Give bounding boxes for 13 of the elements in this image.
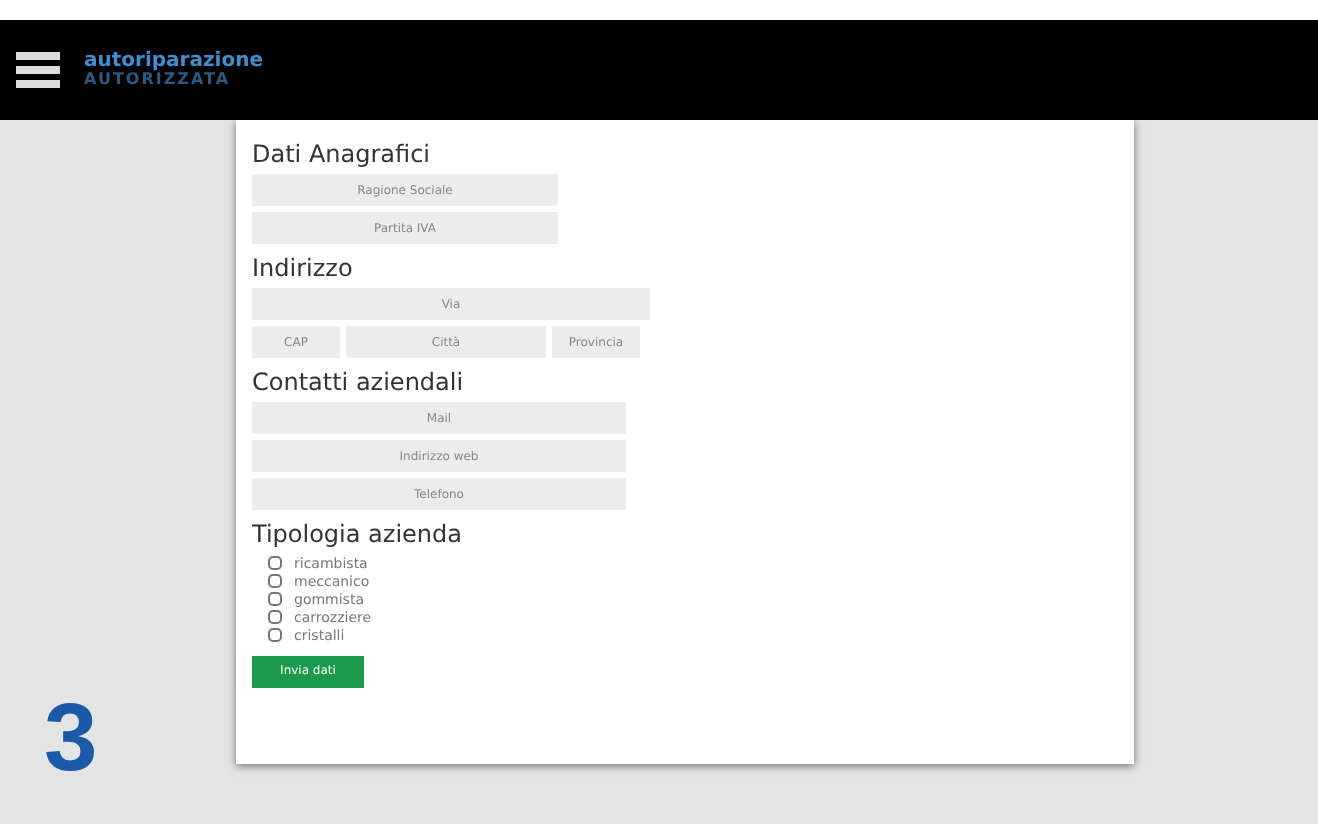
section-title: Tipologia azienda <box>252 520 464 548</box>
checkbox[interactable] <box>268 592 282 606</box>
menu-icon[interactable] <box>16 50 60 90</box>
section-title: Indirizzo <box>252 254 355 282</box>
section-title: Dati Anagrafici <box>252 140 433 168</box>
logo-subtitle: AUTORIZZATA <box>84 72 231 88</box>
checkbox[interactable] <box>268 610 282 624</box>
checkbox[interactable] <box>268 556 282 570</box>
checkbox[interactable] <box>268 628 282 642</box>
section-title: Contatti aziendali <box>252 368 466 396</box>
checkbox[interactable] <box>268 574 282 588</box>
step-number: 3 <box>44 692 98 788</box>
logo-text: autoriparazione <box>84 52 263 72</box>
